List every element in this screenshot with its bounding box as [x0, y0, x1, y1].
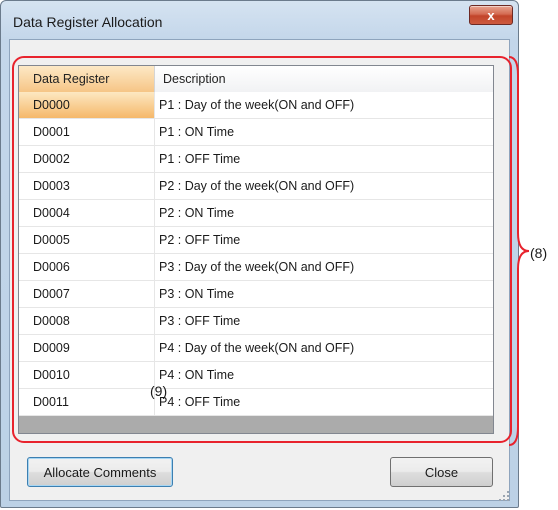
allocate-comments-button[interactable]: Allocate Comments: [27, 457, 173, 487]
grid-callout-brace: [508, 56, 530, 446]
grid-highlight-outline: [12, 56, 512, 443]
callout-label-cell: (9): [150, 383, 168, 399]
close-button[interactable]: Close: [390, 457, 493, 487]
callout-label-grid: (8): [530, 245, 548, 261]
window-close-button[interactable]: x: [469, 5, 513, 25]
window-title: Data Register Allocation: [13, 14, 163, 30]
title-bar[interactable]: Data Register Allocation x: [1, 1, 518, 37]
close-icon: x: [487, 7, 495, 23]
resize-grip-icon[interactable]: [498, 490, 510, 502]
